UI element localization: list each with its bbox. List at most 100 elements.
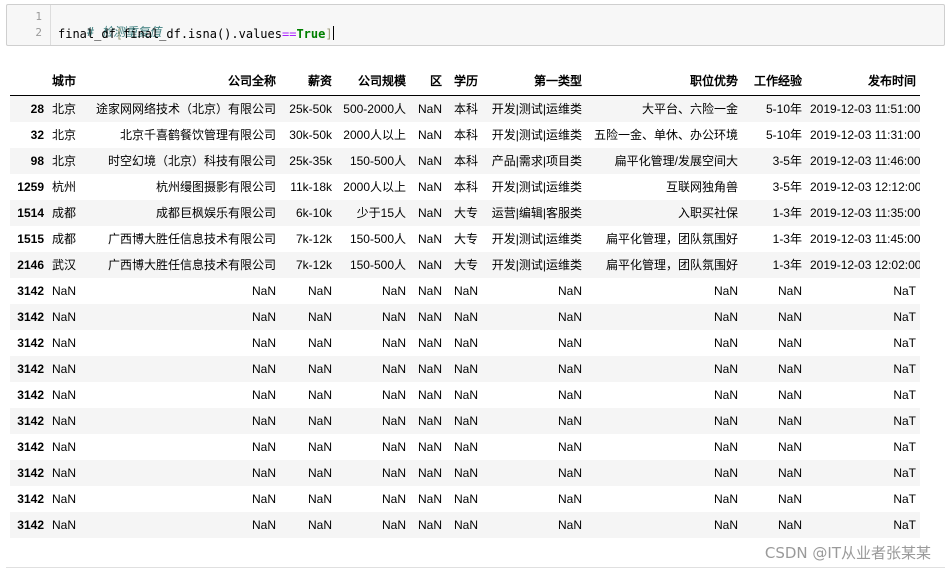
row-index: 28 <box>30 102 44 116</box>
table-cell: NaN <box>557 518 582 532</box>
table-cell: 杭州 <box>52 180 77 194</box>
table-cell: NaN <box>777 362 802 376</box>
code-line-2[interactable]: final_df[final_df.isna().values==True] <box>58 26 334 41</box>
table-cell: NaT <box>893 284 916 298</box>
table-cell: 武汉 <box>52 258 77 272</box>
line-number-1: 1 <box>35 10 42 23</box>
table-cell: NaN <box>417 180 442 194</box>
row-index: 2146 <box>17 258 44 272</box>
table-cell: 开发|测试|运维类 <box>491 128 582 142</box>
table-cell: NaN <box>557 440 582 454</box>
table-header-row: 城市 公司全称 薪资 公司规模区学历 第一类型 职位优势 工作经验 发布时间 <box>10 67 920 96</box>
table-cell: NaN <box>453 414 478 428</box>
table-row: 3142 NaN NaN NaN NaN NaN NaN NaN NaN NaN NaT <box>10 356 920 382</box>
table-cell: 时空幻境（北京）科技有限公司 <box>107 154 276 168</box>
column-header: 第一类型 <box>482 67 586 96</box>
table-row: 3142 NaN NaN NaN NaN NaN NaN NaN NaN NaN NaT <box>10 512 920 538</box>
row-index: 3142 <box>17 362 44 376</box>
row-index: 3142 <box>17 388 44 402</box>
table-cell: 2000人以上 <box>343 180 406 194</box>
table-cell: 150-500人 <box>349 154 406 168</box>
table-row: 3142 NaN NaN NaN NaN NaN NaN NaN NaN NaN NaT <box>10 434 920 460</box>
column-header: 公司规模 <box>336 67 410 96</box>
table-cell: 途家网网络技术（北京）有限公司 <box>95 102 276 116</box>
table-cell: 广西博大胜任信息技术有限公司 <box>107 232 276 246</box>
table-cell: NaT <box>893 414 916 428</box>
table-cell: 大平台、六险一金 <box>641 102 738 116</box>
table-cell: NaN <box>417 362 442 376</box>
index-header <box>10 67 48 96</box>
table-cell: 少于15人 <box>356 206 406 220</box>
code-cell[interactable]: 1 2 # 检测重复值 final_df[final_df.isna().val… <box>6 4 945 46</box>
table-cell: NaN <box>251 310 276 324</box>
table-cell: 2019-12-03 11:35:00 <box>810 206 920 220</box>
table-cell: NaN <box>557 388 582 402</box>
table-cell: 500-2000人 <box>343 102 406 116</box>
table-cell: NaN <box>251 284 276 298</box>
table-cell: NaN <box>307 284 332 298</box>
table-cell: NaN <box>417 154 442 168</box>
table-cell: NaN <box>557 284 582 298</box>
table-cell: 北京 <box>52 154 77 168</box>
table-cell: NaN <box>777 284 802 298</box>
column-header: 公司全称 <box>84 67 280 96</box>
table-cell: NaN <box>307 492 332 506</box>
table-cell: NaT <box>893 310 916 324</box>
table-cell: 7k-12k <box>295 232 332 246</box>
table-cell: NaT <box>893 336 916 350</box>
column-header: 工作经验 <box>742 67 806 96</box>
table-cell: 入职买社保 <box>677 206 738 220</box>
table-cell: 5-10年 <box>765 102 802 116</box>
table-cell: NaN <box>417 128 442 142</box>
table-cell: NaN <box>381 440 406 454</box>
row-index: 3142 <box>17 414 44 428</box>
table-cell: 扁平化管理，团队氛围好 <box>605 232 738 246</box>
row-index: 3142 <box>17 492 44 506</box>
column-header: 城市 <box>48 67 84 96</box>
table-cell: NaN <box>52 414 77 428</box>
table-cell: 30k-50k <box>289 128 332 142</box>
table-cell: NaN <box>307 336 332 350</box>
table-cell: NaN <box>777 518 802 532</box>
table-cell: NaN <box>307 388 332 402</box>
table-cell: 北京 <box>52 128 77 142</box>
code-operator: == <box>281 27 297 41</box>
table-cell: NaN <box>307 362 332 376</box>
dataframe-table: 城市 公司全称 薪资 公司规模区学历 第一类型 职位优势 工作经验 发布时间 28 北京 途家网网… <box>10 67 920 538</box>
table-cell: 2000人以上 <box>343 128 406 142</box>
row-index: 1259 <box>17 180 44 194</box>
table-cell: NaN <box>777 466 802 480</box>
table-cell: NaN <box>713 336 738 350</box>
table-cell: 2019-12-03 11:45:00 <box>810 232 920 246</box>
table-cell: NaN <box>777 440 802 454</box>
table-row: 3142 NaN NaN NaN NaN NaN NaN NaN NaN NaN NaT <box>10 486 920 512</box>
column-header: 区 <box>410 67 446 96</box>
row-index: 32 <box>30 128 44 142</box>
table-cell: 大专 <box>453 258 478 272</box>
table-cell: NaN <box>417 258 442 272</box>
table-cell: 杭州缦图摄影有限公司 <box>155 180 276 194</box>
table-cell: 2019-12-03 11:46:00 <box>810 154 920 168</box>
table-cell: NaN <box>251 518 276 532</box>
table-cell: NaN <box>417 440 442 454</box>
table-cell: 2019-12-03 12:02:00 <box>810 258 920 272</box>
table-cell: 2019-12-03 11:51:00 <box>810 102 920 116</box>
table-cell: NaT <box>893 518 916 532</box>
line-number-2: 2 <box>35 26 42 39</box>
table-cell: NaT <box>893 362 916 376</box>
row-index: 3142 <box>17 284 44 298</box>
table-cell: NaN <box>453 336 478 350</box>
table-cell: NaN <box>713 310 738 324</box>
code-expression: final_df.isna().values <box>123 27 282 41</box>
table-cell: NaN <box>777 310 802 324</box>
cell-divider <box>6 567 945 568</box>
table-cell: 北京 <box>52 102 77 116</box>
table-cell: 3-5年 <box>772 154 802 168</box>
table-cell: 广西博大胜任信息技术有限公司 <box>107 258 276 272</box>
table-cell: NaN <box>381 310 406 324</box>
table-cell: NaN <box>381 518 406 532</box>
table-cell: NaN <box>251 362 276 376</box>
table-cell: NaN <box>251 388 276 402</box>
column-header: 薪资 <box>280 67 336 96</box>
table-row: 3142 NaN NaN NaN NaN NaN NaN NaN NaN NaN NaT <box>10 330 920 356</box>
